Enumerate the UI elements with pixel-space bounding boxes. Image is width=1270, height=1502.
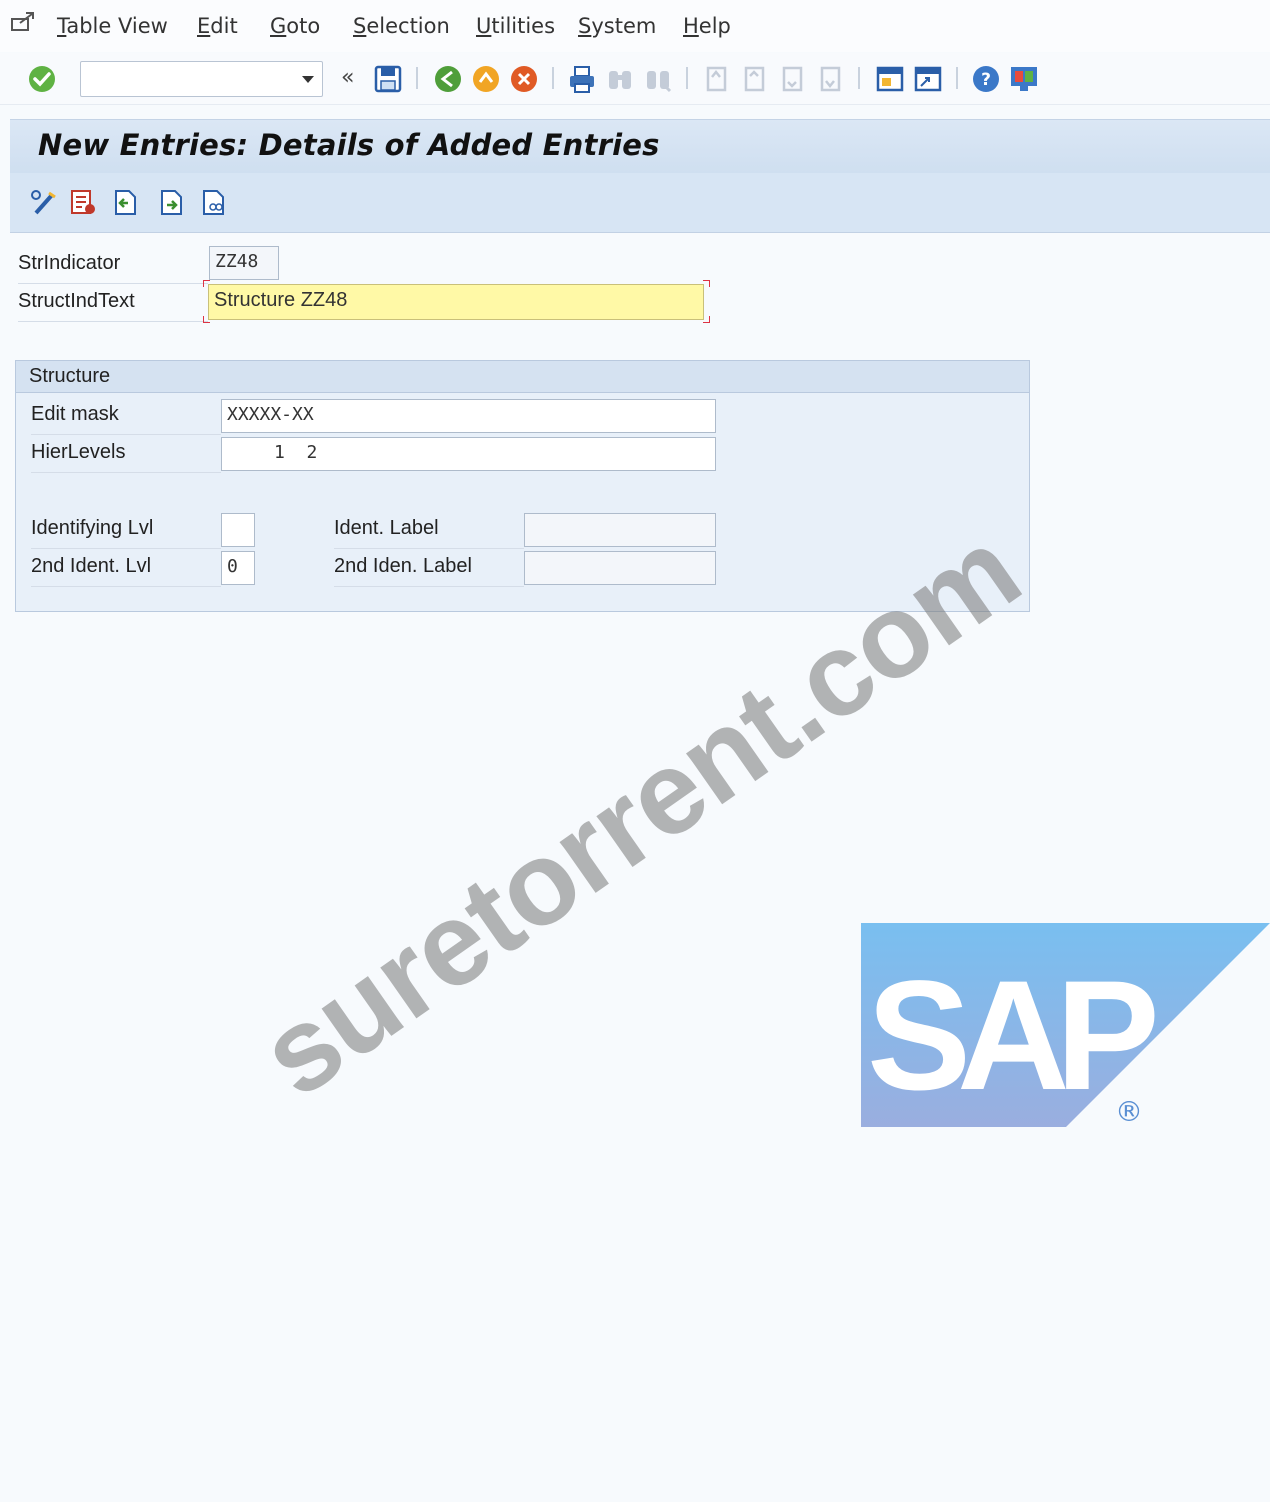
cancel-icon[interactable] (508, 63, 540, 95)
application-toolbar (10, 173, 1270, 233)
structure-group-title: Structure (29, 365, 111, 387)
menu-bar: Table View Edit Goto Selection Utilities… (0, 0, 1270, 52)
required-marker-icon (703, 280, 710, 287)
menu-system[interactable]: System (578, 14, 656, 38)
previous-entry-icon[interactable] (110, 187, 140, 217)
toolbar-separator (858, 67, 860, 89)
toolbar-separator (956, 67, 958, 89)
display-change-icon[interactable] (28, 187, 58, 217)
select-all-icon[interactable] (198, 187, 228, 217)
edit-mask-field[interactable]: XXXXX-XX (221, 399, 716, 433)
strindicator-label: StrIndicator (18, 252, 208, 284)
command-input[interactable] (85, 66, 285, 92)
chevron-down-icon[interactable] (302, 76, 314, 83)
menu-help[interactable]: Help (683, 14, 731, 38)
second-ident-lvl-label: 2nd Ident. Lvl (31, 555, 221, 587)
strindicator-field[interactable]: ZZ48 (209, 246, 279, 280)
last-page-icon[interactable] (814, 63, 846, 95)
edit-mask-label: Edit mask (31, 403, 221, 435)
back-icon[interactable] (432, 63, 464, 95)
required-marker-icon (203, 316, 210, 323)
print-icon[interactable] (566, 63, 598, 95)
command-field[interactable] (80, 61, 323, 97)
identifying-lvl-field[interactable] (221, 513, 255, 547)
structindtext-field[interactable]: Structure ZZ48 (208, 284, 704, 320)
toolbar-separator (686, 67, 688, 89)
svg-text:SAP: SAP (867, 949, 1155, 1123)
menu-goto[interactable]: Goto (270, 14, 320, 38)
structure-group: Structure Edit mask XXXXX-XX HierLevels … (15, 360, 1030, 612)
menu-selection[interactable]: Selection (353, 14, 450, 38)
help-icon[interactable]: ? (970, 63, 1002, 95)
menu-table-view[interactable]: Table View (57, 14, 168, 38)
page-title: New Entries: Details of Added Entries (38, 128, 660, 162)
screen-title-bar: New Entries: Details of Added Entries (10, 119, 1270, 173)
second-iden-label-field[interactable] (524, 551, 716, 585)
find-next-icon[interactable] (642, 63, 674, 95)
create-session-icon[interactable] (874, 63, 906, 95)
exit-icon[interactable] (470, 63, 502, 95)
previous-page-icon[interactable] (738, 63, 770, 95)
enter-check-icon[interactable] (26, 63, 58, 95)
structindtext-label: StructIndText (18, 290, 208, 322)
structure-group-header: Structure (16, 361, 1029, 393)
svg-text:?: ? (981, 70, 991, 90)
registered-mark: ® (1115, 1095, 1143, 1128)
identifying-lvl-label: Identifying Lvl (31, 517, 221, 549)
toolbar-separator (552, 67, 554, 89)
hierlevels-label: HierLevels (31, 441, 221, 473)
standard-toolbar: « ? (0, 53, 1270, 105)
first-page-icon[interactable] (700, 63, 732, 95)
find-icon[interactable] (604, 63, 636, 95)
menu-utilities[interactable]: Utilities (476, 14, 555, 38)
create-shortcut-icon[interactable] (912, 63, 944, 95)
ident-label-label: Ident. Label (334, 517, 524, 549)
collapse-command-button[interactable]: « (341, 65, 354, 90)
ident-label-field[interactable] (524, 513, 716, 547)
sap-logo: SAP (861, 923, 1270, 1127)
delete-entry-icon[interactable] (68, 187, 98, 217)
menu-enter-icon[interactable] (10, 10, 36, 34)
hierlevels-field[interactable]: 1 2 (221, 437, 716, 471)
toolbar-separator (416, 67, 418, 89)
next-page-icon[interactable] (776, 63, 808, 95)
next-entry-icon[interactable] (156, 187, 186, 217)
required-marker-icon (703, 316, 710, 323)
required-marker-icon (203, 280, 210, 287)
customize-layout-icon[interactable] (1008, 63, 1040, 95)
save-icon[interactable] (372, 63, 404, 95)
second-iden-label-label: 2nd Iden. Label (334, 555, 524, 587)
menu-edit[interactable]: Edit (197, 14, 238, 38)
second-ident-lvl-field[interactable]: 0 (221, 551, 255, 585)
